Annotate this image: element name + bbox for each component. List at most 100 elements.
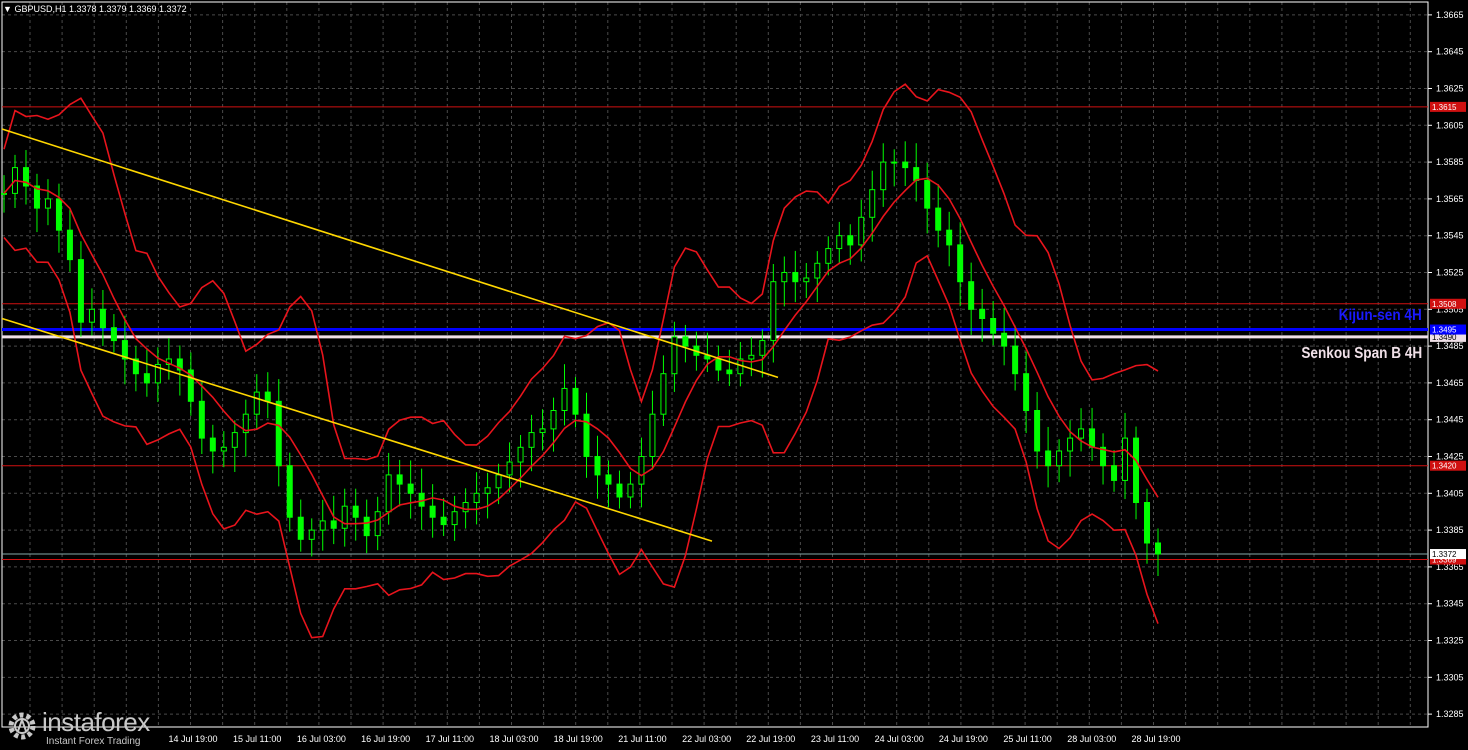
y-tick-label: 1.3605 <box>1436 120 1464 130</box>
chart-header: ▼ GBPUSD,H1 1.3378 1.3379 1.3369 1.3372 <box>3 4 187 14</box>
candle <box>979 308 986 319</box>
candle <box>396 474 403 485</box>
candle <box>869 189 876 218</box>
collapse-arrow-icon[interactable]: ▼ <box>3 4 12 14</box>
candle <box>363 516 370 537</box>
y-tick-label: 1.3645 <box>1436 47 1464 57</box>
gear-icon <box>8 712 36 740</box>
level-tag-text: 1.3420 <box>1432 462 1457 471</box>
y-tick-label: 1.3545 <box>1436 231 1464 241</box>
candle <box>198 400 205 439</box>
candle <box>616 483 623 498</box>
x-tick-label: 24 Jul 03:00 <box>875 734 924 744</box>
candle <box>946 229 953 246</box>
candle <box>682 336 689 347</box>
candle <box>462 502 469 513</box>
candle <box>99 308 106 329</box>
candle <box>1133 437 1140 504</box>
candle <box>517 446 524 463</box>
candle <box>110 327 117 342</box>
y-tick-label: 1.3525 <box>1436 267 1464 277</box>
current-price-tag-text: 1.3372 <box>1432 550 1457 559</box>
candle <box>1155 542 1161 555</box>
kijun-tag-text: 1.3495 <box>1432 326 1457 335</box>
y-tick-label: 1.3385 <box>1436 525 1464 535</box>
y-tick-label: 1.3445 <box>1436 415 1464 425</box>
candle <box>781 271 788 283</box>
bollinger-lower <box>3 236 1159 639</box>
candle <box>374 511 381 537</box>
candle <box>484 487 491 494</box>
y-tick-label: 1.3585 <box>1436 157 1464 167</box>
x-tick-label: 23 Jul 11:00 <box>811 734 859 744</box>
y-tick-label: 1.3285 <box>1436 709 1464 719</box>
candle <box>440 516 447 526</box>
candle <box>880 161 887 191</box>
candle <box>220 446 227 452</box>
candle <box>143 373 150 384</box>
price-chart[interactable]: 1.3665 1.3645 1.3625 1.3605 1.3585 1.3565 1.35… <box>0 0 1468 750</box>
candle <box>726 369 733 375</box>
y-tick-label: 1.3565 <box>1436 194 1464 204</box>
candle <box>1001 332 1008 347</box>
candle <box>1111 465 1118 481</box>
candle <box>561 387 568 412</box>
candle <box>231 432 238 448</box>
candle <box>55 198 62 231</box>
candle <box>671 336 678 375</box>
candle <box>968 281 975 310</box>
candle <box>550 410 557 430</box>
x-tick-label: 18 Jul 19:00 <box>554 734 603 744</box>
x-tick-label: 16 Jul 03:00 <box>297 734 346 744</box>
candle <box>715 358 722 371</box>
candle <box>990 317 997 334</box>
candle <box>803 277 810 283</box>
x-tick-label: 22 Jul 19:00 <box>746 734 795 744</box>
candle <box>1034 410 1041 452</box>
candle <box>649 413 656 458</box>
candle <box>748 354 755 360</box>
x-tick-label: 25 Jul 11:00 <box>1003 734 1051 744</box>
candle <box>1144 502 1151 544</box>
ohlc-values: 1.3378 1.3379 1.3369 1.3372 <box>68 4 187 14</box>
candle <box>1067 437 1074 452</box>
level-tag-text: 1.3508 <box>1432 300 1457 309</box>
y-tick-label: 1.3405 <box>1436 488 1464 498</box>
candle <box>539 428 546 434</box>
brand-tagline: Instant Forex Trading <box>46 736 141 747</box>
candle <box>286 465 293 518</box>
candle <box>330 520 337 529</box>
candle <box>924 179 931 209</box>
candle <box>583 413 590 458</box>
candle <box>572 387 579 415</box>
candle <box>1122 437 1129 481</box>
upper-trendline <box>1 128 779 379</box>
x-tick-label: 28 Jul 19:00 <box>1131 734 1180 744</box>
candle <box>1012 345 1019 375</box>
candle <box>759 340 766 356</box>
candle <box>891 161 898 164</box>
candle <box>44 198 51 209</box>
candle <box>473 492 480 504</box>
candle <box>627 483 634 498</box>
candle <box>451 511 458 526</box>
candle <box>913 167 920 181</box>
candle <box>495 474 502 489</box>
candle <box>407 483 414 494</box>
candle <box>1078 428 1085 439</box>
candle <box>319 520 326 531</box>
candle <box>77 259 84 323</box>
candle <box>275 400 282 467</box>
candle <box>825 248 832 264</box>
candle <box>385 474 392 513</box>
x-tick-label: 15 Jul 11:00 <box>233 734 281 744</box>
senkou-label: Senkou Span B 4H <box>1301 345 1422 362</box>
candle <box>902 161 909 169</box>
candle <box>957 244 964 283</box>
x-tick-label: 21 Jul 11:00 <box>618 734 666 744</box>
candle <box>264 391 271 402</box>
symbol-timeframe: GBPUSD,H1 <box>14 4 67 14</box>
candle <box>1023 373 1030 412</box>
x-tick-label: 22 Jul 03:00 <box>682 734 731 744</box>
x-tick-label: 24 Jul 19:00 <box>939 734 988 744</box>
